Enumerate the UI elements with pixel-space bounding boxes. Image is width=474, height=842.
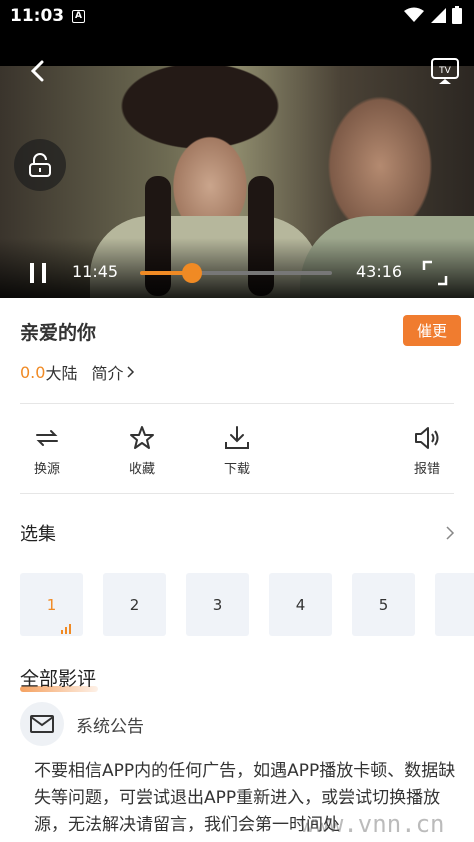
favorite-button[interactable]: 收藏 <box>112 420 172 477</box>
tv-cast-button[interactable]: TV <box>430 56 460 86</box>
episode-item[interactable]: 5 <box>352 573 415 636</box>
video-player[interactable]: TV 11:45 43:16 <box>0 34 474 298</box>
episodes-heading: 选集 <box>20 524 56 545</box>
switch-source-button[interactable]: 换源 <box>17 420 77 477</box>
action-bar: 换源 收藏 下载 报错 <box>0 420 474 480</box>
seek-thumb[interactable] <box>181 263 202 283</box>
comments-heading: 全部影评 <box>20 668 97 690</box>
episode-number: 3 <box>212 595 223 614</box>
avatar <box>20 702 64 746</box>
episode-list: 1 2 3 4 5 6 <box>20 573 474 636</box>
show-meta: 0.0 大陆 简介 <box>20 360 136 384</box>
show-title: 亲爱的你 <box>20 322 97 344</box>
pause-icon <box>30 263 34 283</box>
download-button[interactable]: 下载 <box>207 420 267 477</box>
watermark: www.vnn.cn <box>300 810 445 838</box>
region: 大陆 <box>45 364 78 383</box>
tv-cast-icon: TV <box>431 58 459 84</box>
download-icon <box>225 426 249 449</box>
back-button[interactable] <box>24 56 50 86</box>
player-controls: 11:45 43:16 <box>0 256 474 290</box>
episode-number: 5 <box>378 595 389 614</box>
episode-number: 2 <box>129 595 140 614</box>
mail-icon <box>30 715 54 733</box>
report-error-button[interactable]: 报错 <box>397 420 457 477</box>
action-label: 换源 <box>33 462 60 477</box>
action-label: 收藏 <box>128 462 155 477</box>
status-bar: 11:03 A <box>0 0 474 34</box>
episode-item[interactable]: 2 <box>103 573 166 636</box>
urge-update-button[interactable]: 催更 <box>403 315 461 346</box>
notice-author: 系统公告 <box>76 717 144 737</box>
episode-number: 1 <box>46 595 57 614</box>
fullscreen-icon <box>422 260 448 286</box>
fullscreen-button[interactable] <box>422 260 448 286</box>
episode-item[interactable]: 1 <box>20 573 83 636</box>
notification-icon: A <box>72 10 85 23</box>
episode-item[interactable]: 3 <box>186 573 249 636</box>
switch-source-icon <box>36 430 58 446</box>
duration-time: 43:16 <box>356 262 403 281</box>
episode-item[interactable]: 4 <box>269 573 332 636</box>
signal-icon <box>431 8 446 23</box>
battery-icon <box>452 6 462 24</box>
chevron-right-icon <box>127 366 135 378</box>
action-label: 下载 <box>223 462 250 477</box>
star-icon <box>130 426 154 449</box>
chevron-right-icon[interactable] <box>444 524 456 542</box>
episode-number: 4 <box>295 595 306 614</box>
lock-button[interactable] <box>14 139 66 191</box>
divider <box>20 403 454 404</box>
seek-bar[interactable] <box>140 263 332 283</box>
system-icons <box>404 6 462 24</box>
pause-button[interactable] <box>28 263 48 283</box>
score: 0.0 <box>20 362 46 382</box>
back-arrow-icon <box>30 60 44 82</box>
episode-item[interactable]: 6 <box>435 573 474 636</box>
lock-icon <box>29 153 51 177</box>
wifi-icon <box>404 7 424 22</box>
svg-text:TV: TV <box>438 66 451 76</box>
playing-bars-icon <box>61 624 71 634</box>
action-label: 报错 <box>413 462 440 477</box>
intro-link[interactable]: 简介 <box>91 360 136 384</box>
intro-label: 简介 <box>91 364 124 383</box>
status-time: 11:03 <box>10 6 65 26</box>
speaker-icon <box>415 427 439 449</box>
divider <box>20 493 454 494</box>
current-time: 11:45 <box>72 262 119 281</box>
